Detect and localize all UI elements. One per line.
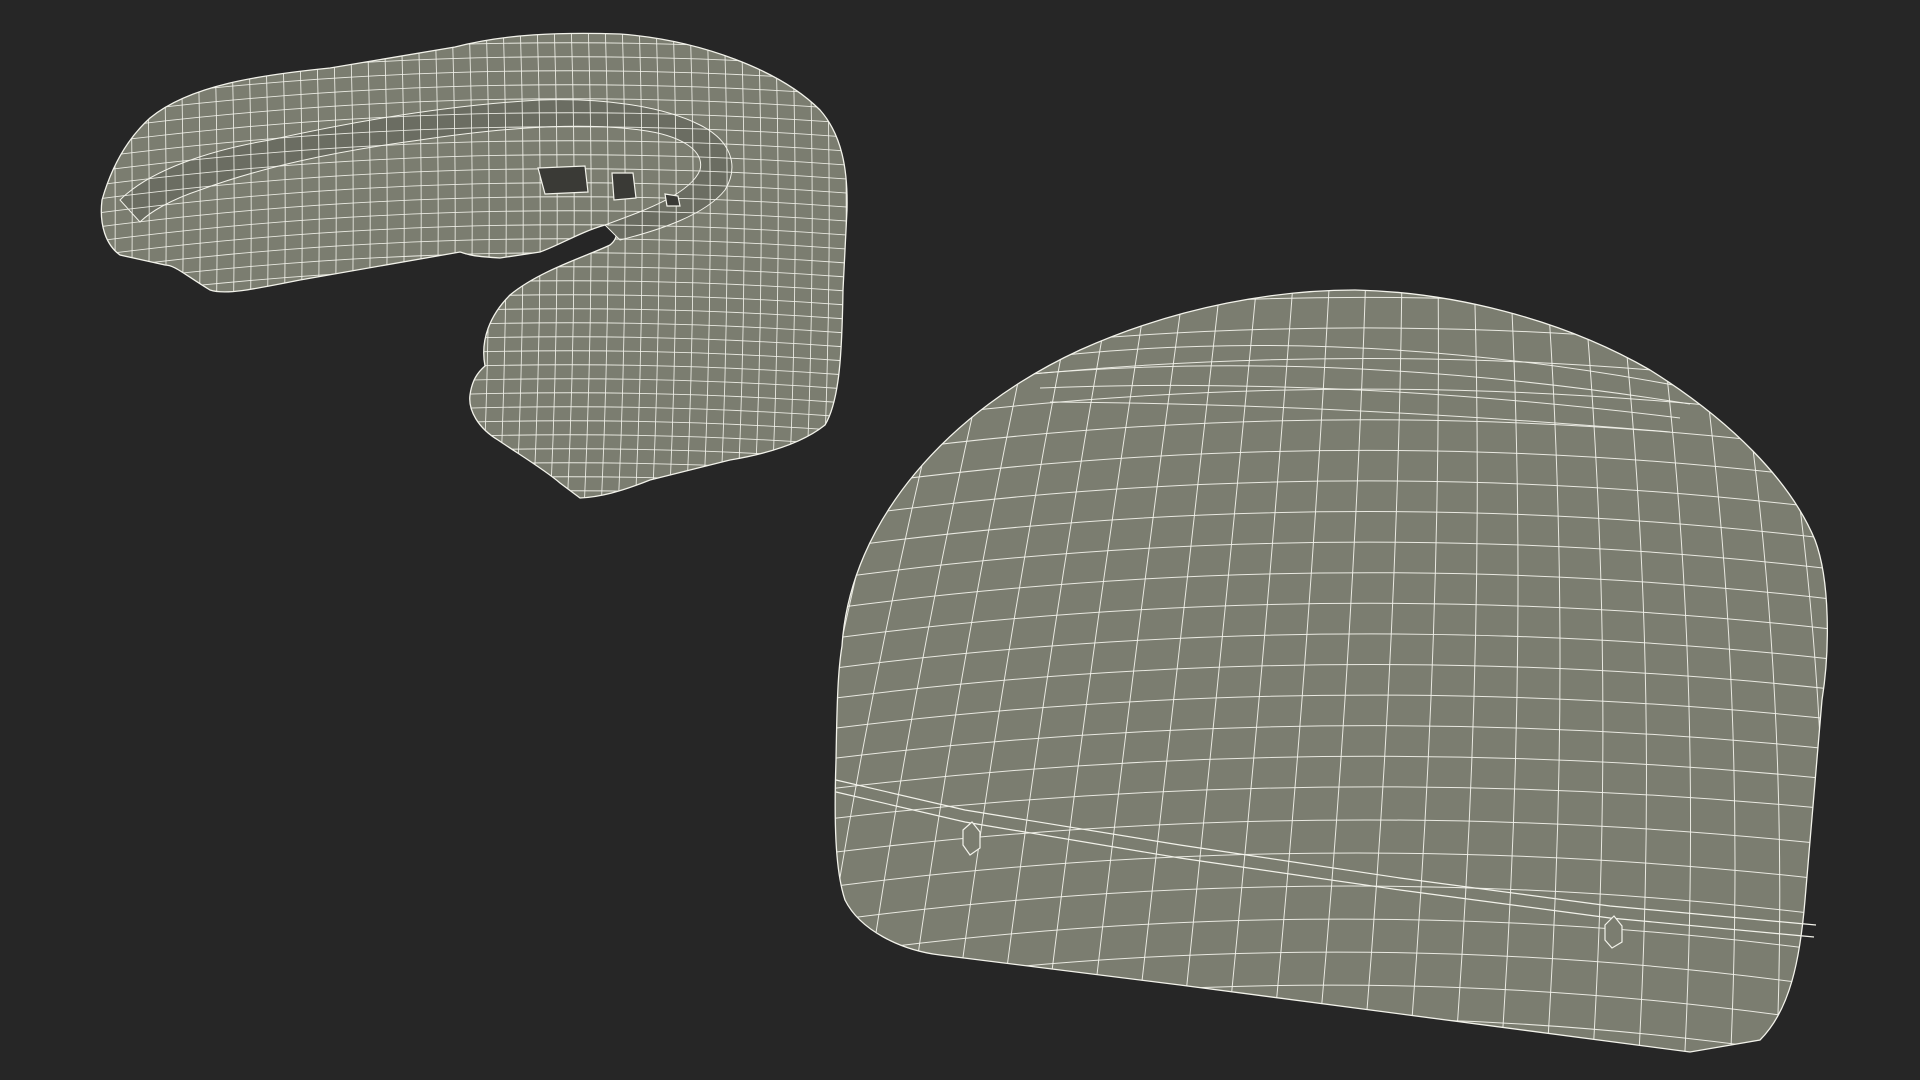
wire-edge [124, 33, 133, 498]
mouth-guard-case-mesh[interactable] [718, 270, 1840, 1080]
mouth-guard-case-body [834, 289, 1828, 1053]
wire-edge [101, 490, 848, 498]
mouth-guard-mesh[interactable] [90, 20, 863, 522]
wire-edge [107, 33, 116, 498]
wire-edge [101, 476, 848, 498]
wire-edge [856, 20, 863, 510]
wire-edge [91, 20, 98, 510]
scene-canvas [90, 20, 1840, 1080]
wire-edge [101, 462, 848, 495]
wire-edge [835, 1050, 1828, 1052]
3d-viewport[interactable] [0, 0, 1920, 1080]
breathing-hole-left [537, 165, 589, 195]
breathing-hole-right [664, 193, 681, 207]
mouth-guard-body [100, 32, 848, 499]
breathing-hole-center [611, 172, 637, 201]
wire-edge [141, 33, 150, 498]
